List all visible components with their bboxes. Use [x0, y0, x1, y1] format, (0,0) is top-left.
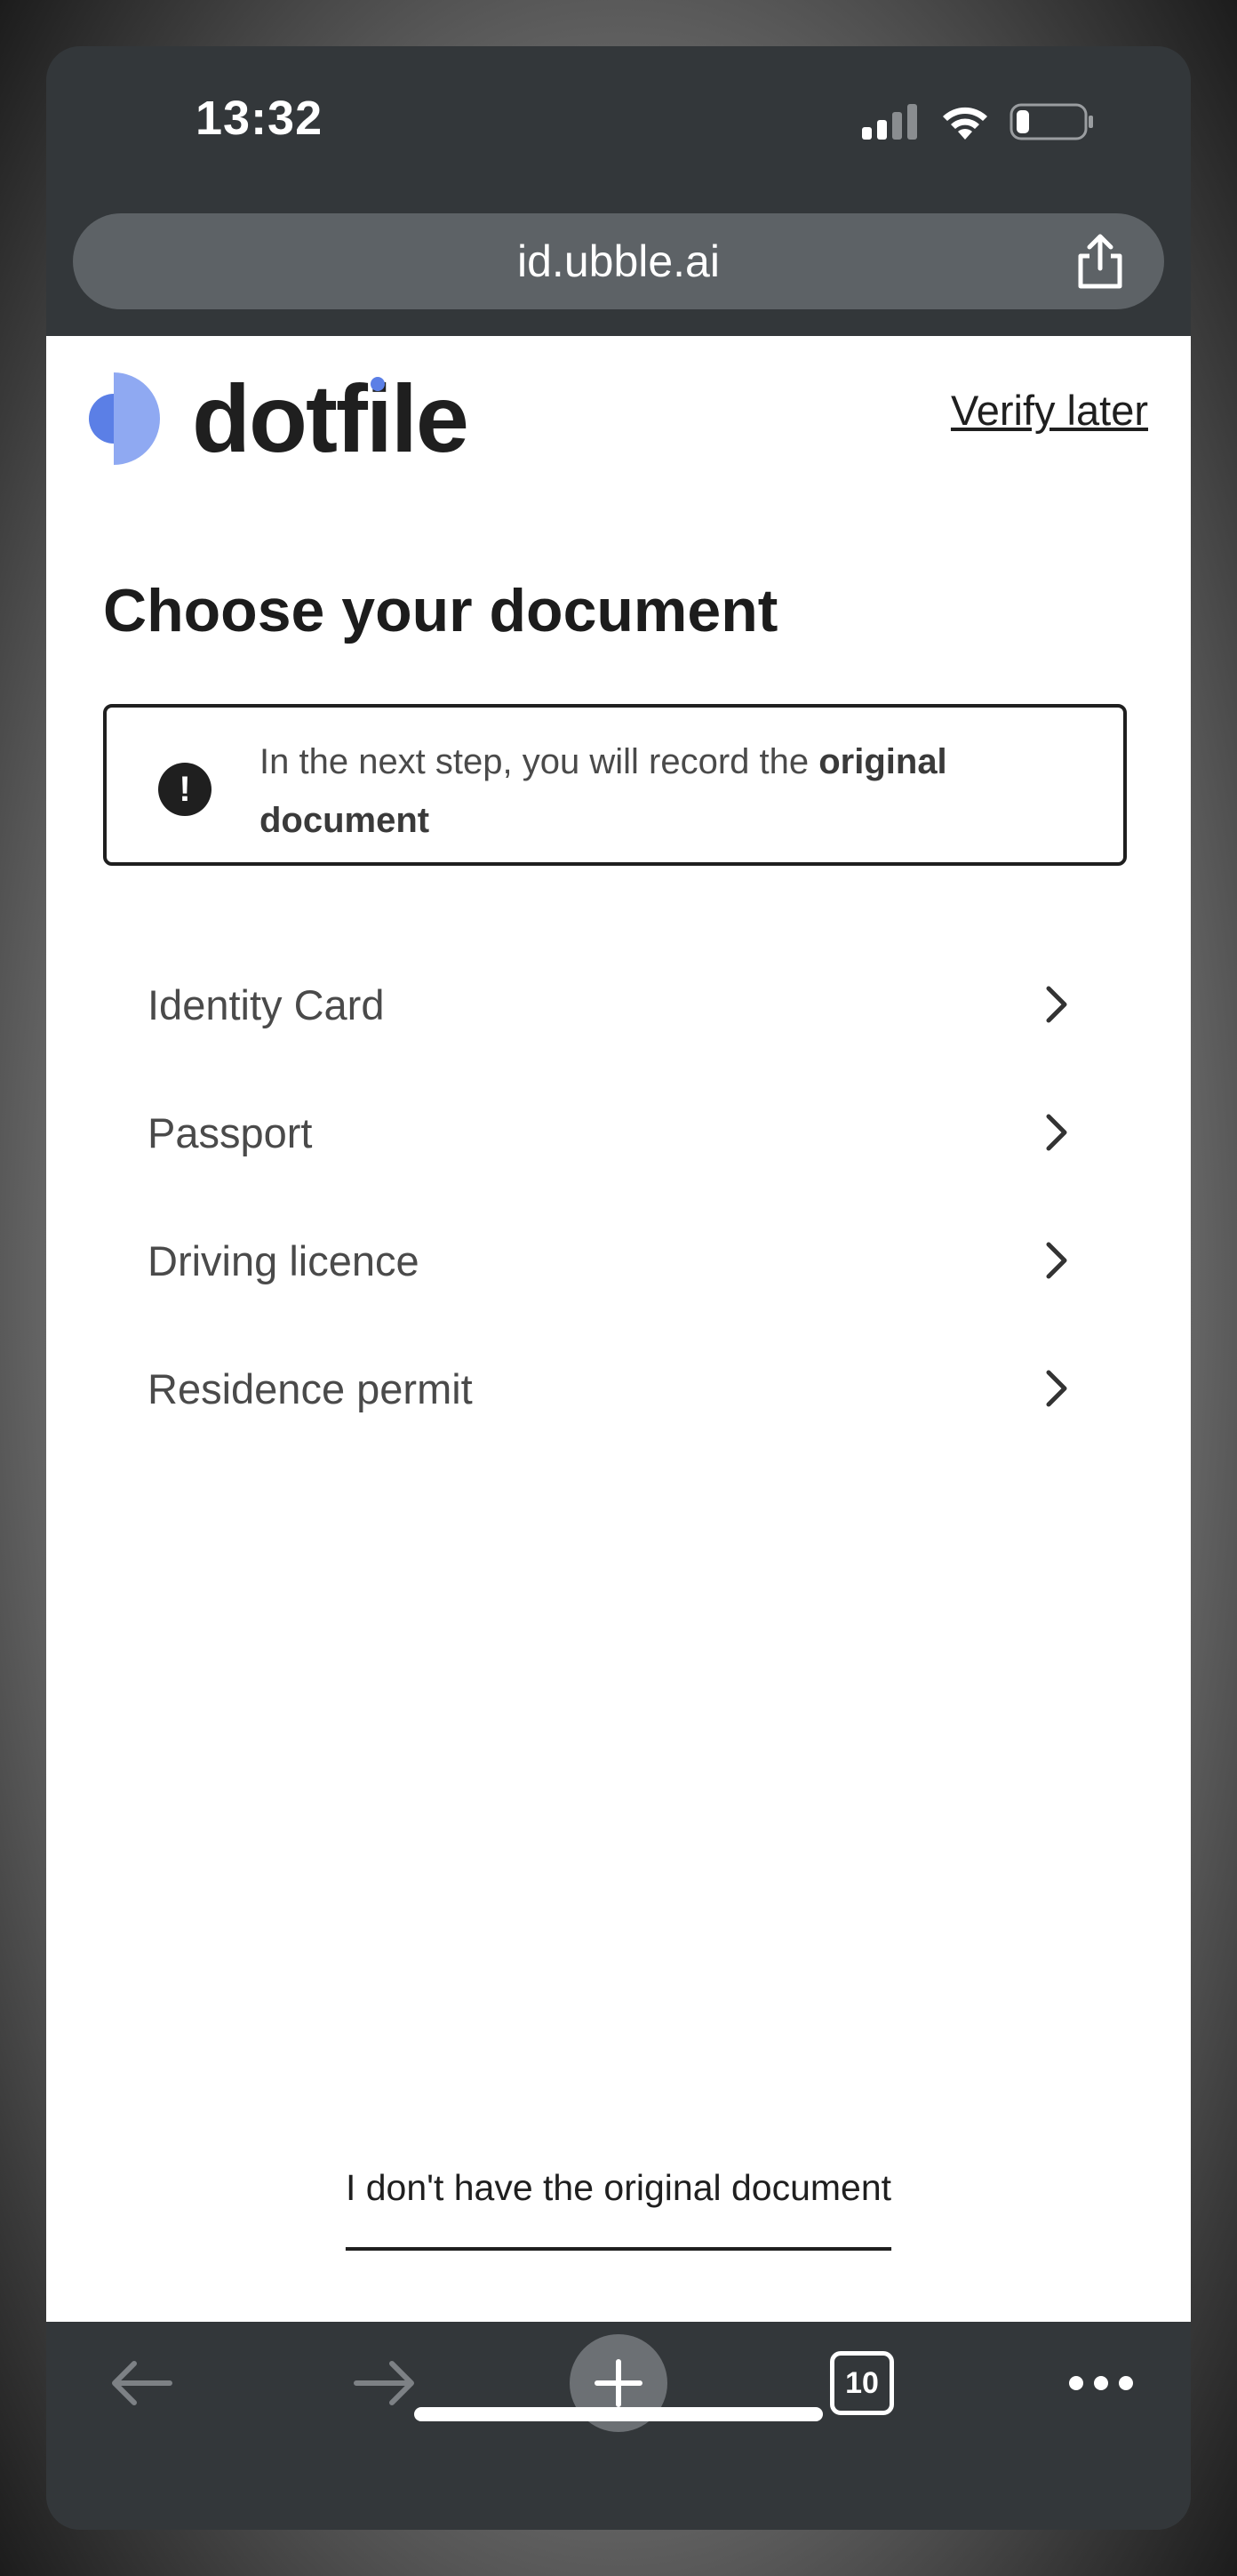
status-icons: [862, 103, 1095, 140]
no-original-document-link[interactable]: I don't have the original document: [46, 2167, 1191, 2253]
document-option-driving-licence[interactable]: Driving licence: [103, 1196, 1125, 1324]
address-bar[interactable]: id.ubble.ai: [73, 213, 1164, 309]
back-button[interactable]: [92, 2334, 190, 2432]
share-icon[interactable]: [1073, 233, 1127, 290]
chevron-right-icon: [1046, 1370, 1067, 1407]
home-indicator: [414, 2407, 823, 2421]
document-label: Driving licence: [148, 1236, 419, 1284]
document-list: Identity Card Passport Driving licence R…: [103, 940, 1125, 1452]
web-content: dotfile Verify later Choose your documen…: [46, 336, 1191, 2322]
chevron-right-icon: [1046, 986, 1067, 1023]
verify-later-link[interactable]: Verify later: [951, 386, 1148, 435]
arrow-left-icon: [112, 2361, 172, 2405]
dotfile-logo: dotfile: [89, 363, 469, 474]
arrow-right-icon: [354, 2361, 414, 2405]
document-option-identity-card[interactable]: Identity Card: [103, 940, 1125, 1068]
more-button[interactable]: [1052, 2334, 1150, 2432]
tabs-button[interactable]: 10: [813, 2334, 911, 2432]
url-text: id.ubble.ai: [517, 236, 720, 286]
document-option-residence-permit[interactable]: Residence permit: [103, 1324, 1125, 1452]
phone-frame: 13:32 id.ubble.ai dotfile Verify later C…: [46, 46, 1191, 2530]
exclamation-icon: !: [158, 763, 211, 816]
chevron-right-icon: [1046, 1242, 1067, 1279]
notice-box: ! In the next step, you will record the …: [103, 704, 1127, 866]
dotfile-logo-icon: [89, 372, 160, 465]
logo-wordmark: dotfile: [192, 364, 469, 472]
page-title: Choose your document: [103, 577, 778, 644]
chevron-right-icon: [1046, 1114, 1067, 1151]
document-label: Identity Card: [148, 980, 385, 1028]
no-original-document-label: I don't have the original document: [345, 2167, 892, 2208]
signal-icon: [862, 104, 917, 140]
more-dots-icon: [1069, 2376, 1133, 2390]
notice-text: In the next step, you will record the or…: [259, 742, 947, 840]
document-label: Passport: [148, 1108, 313, 1156]
tab-count-badge: 10: [830, 2351, 894, 2415]
document-option-passport[interactable]: Passport: [103, 1068, 1125, 1196]
browser-toolbar: 10: [46, 2322, 1191, 2530]
wifi-icon: [943, 107, 987, 140]
battery-icon: [1010, 103, 1093, 140]
logo-accent-dot: [371, 377, 385, 391]
status-time: 13:32: [196, 92, 323, 145]
document-label: Residence permit: [148, 1364, 473, 1412]
